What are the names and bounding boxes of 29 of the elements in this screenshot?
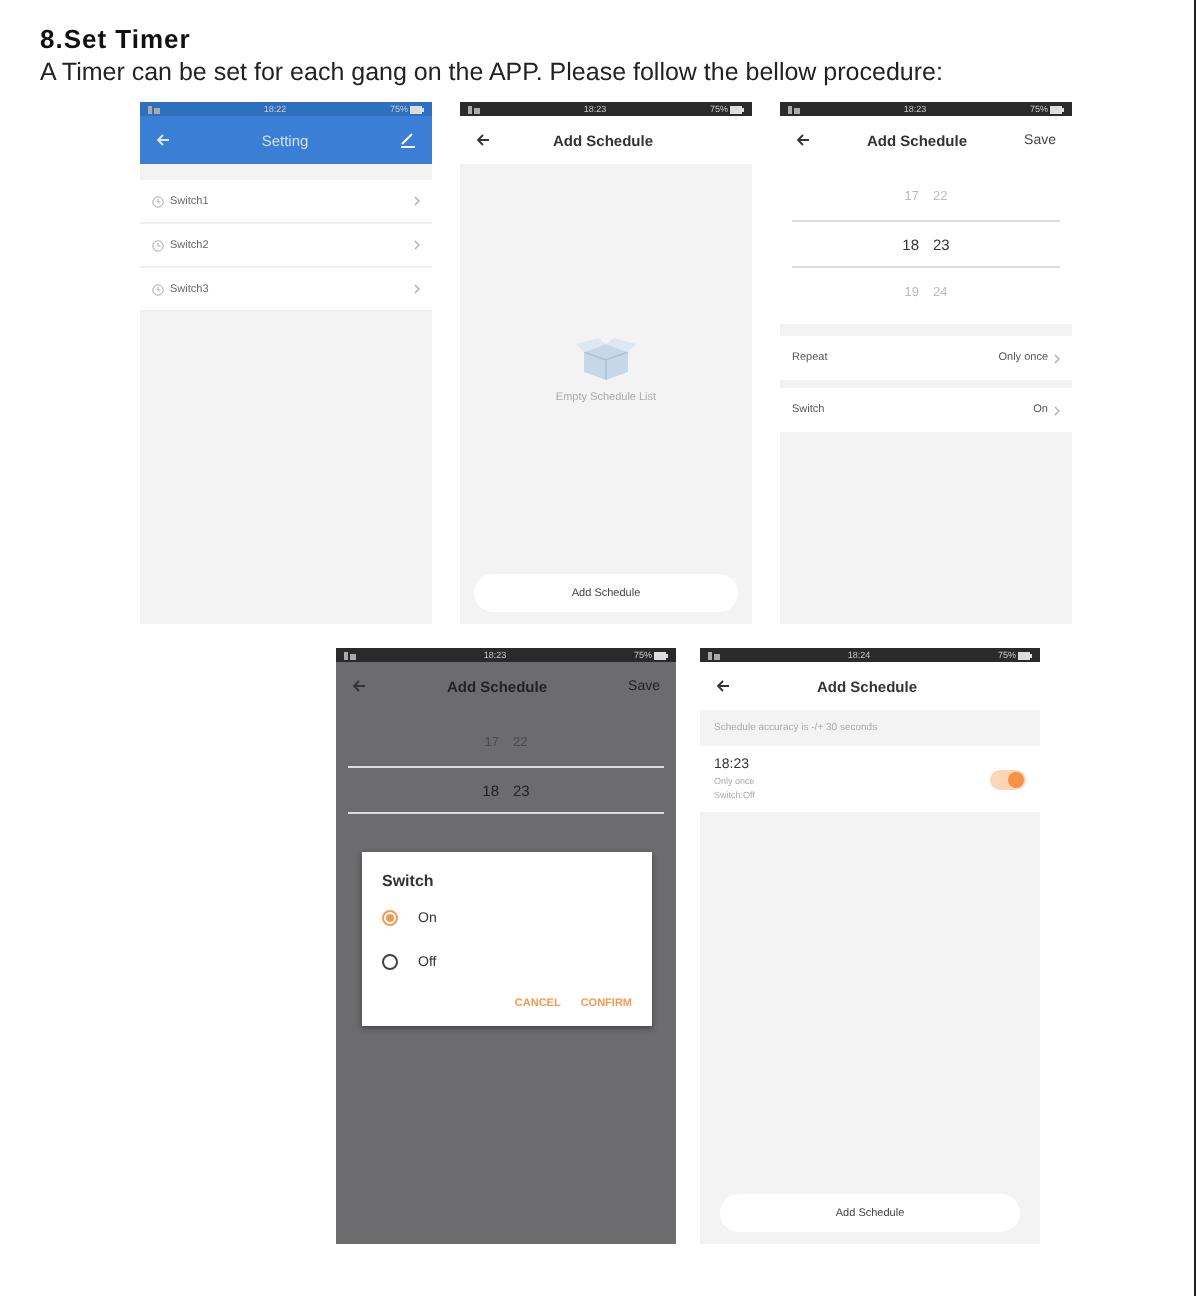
chevron-icon (414, 196, 420, 206)
signal-icon (708, 651, 720, 659)
chevron-icon (414, 284, 420, 294)
chevron-icon (1054, 353, 1060, 363)
toggle-switch[interactable] (990, 769, 1026, 789)
signal-icon (788, 105, 800, 113)
battery-icon (654, 651, 668, 659)
radio-button[interactable] (382, 910, 398, 926)
edit-icon[interactable] (400, 132, 416, 148)
signal-icon (148, 105, 160, 113)
chevron-icon (414, 240, 420, 250)
signal-icon (344, 651, 356, 659)
battery-icon (1018, 651, 1032, 659)
clock-icon (152, 195, 164, 207)
back-arrow-icon[interactable] (476, 134, 490, 146)
empty-box-icon (576, 335, 636, 379)
clock-icon (152, 239, 164, 251)
section-heading: 8.Set Timer (40, 24, 193, 54)
chevron-icon (1054, 405, 1060, 415)
radio-button[interactable] (382, 954, 398, 970)
back-arrow-icon[interactable] (716, 680, 730, 692)
battery-icon (410, 105, 424, 113)
dialog-title: Switch (382, 872, 436, 890)
battery-icon (1050, 105, 1064, 113)
back-arrow-icon[interactable] (796, 134, 810, 146)
intro-text: A Timer can be set for each gang on the APP. Please follow the bellow procedure: (40, 58, 945, 86)
signal-icon (468, 105, 480, 113)
clock-icon (152, 283, 164, 295)
battery-icon (730, 105, 744, 113)
